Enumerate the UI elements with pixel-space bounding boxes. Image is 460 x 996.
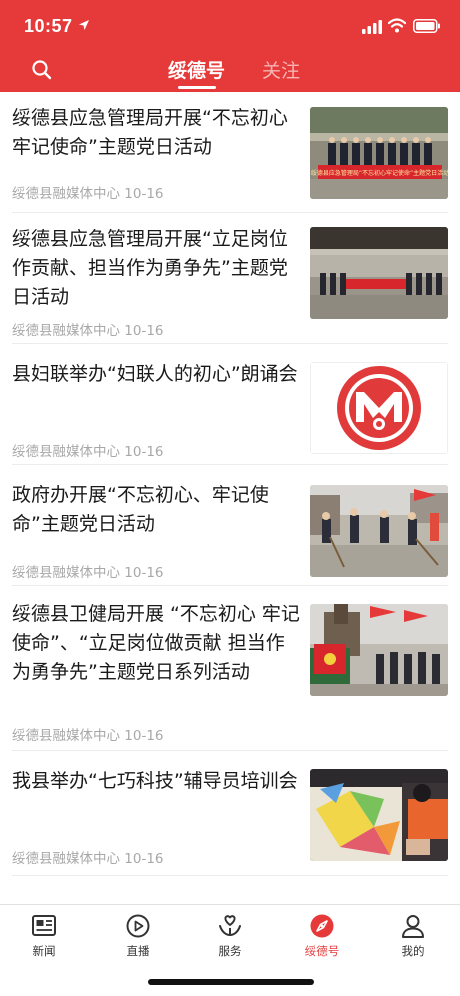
article-title: 绥德县应急管理局开展“立足岗位作贡献、担当作为勇争先”主题党日活动: [12, 228, 288, 308]
article-date: 10-16: [124, 728, 164, 744]
article-date: 10-16: [124, 323, 164, 339]
tabbar-item-profile[interactable]: 我的: [383, 905, 443, 969]
news-icon: [32, 915, 56, 936]
article-item[interactable]: 政府办开展“不忘初心、牢记使命”主题党日活动 绥德县融媒体中心 10-16: [0, 465, 460, 585]
article-thumbnail: [310, 485, 448, 577]
home-indicator[interactable]: [148, 979, 314, 985]
wifi-icon: [388, 18, 406, 33]
tab-follow[interactable]: 关注: [262, 56, 300, 83]
article-item[interactable]: 绥德县卫健局开展 “不忘初心 牢记使命”、“立足岗位做贡献 担当作为勇争先”主题…: [0, 586, 460, 750]
article-title: 政府办开展“不忘初心、牢记使命”主题党日活动: [12, 484, 269, 535]
user-icon: [402, 915, 424, 938]
article-title: 绥德县卫健局开展 “不忘初心 牢记使命”、“立足岗位做贡献 担当作为勇争先”主题…: [12, 603, 300, 683]
location-arrow-icon: [79, 20, 89, 30]
tabbar-label: 服务: [218, 944, 242, 958]
tab-suide-hao[interactable]: 绥德号: [168, 56, 225, 83]
service-icon: [219, 915, 241, 937]
article-item[interactable]: 绥德县应急管理局开展“立足岗位作贡献、担当作为勇争先”主题党日活动 绥德县融媒体…: [0, 213, 460, 343]
search-button[interactable]: [30, 58, 54, 82]
article-title: 县妇联举办“妇联人的初心”朗诵会: [12, 363, 298, 385]
article-title: 绥德县应急管理局开展“不忘初心牢记使命”主题党日活动: [12, 107, 288, 158]
article-thumbnail: 绥德县应急管理局“不忘初心牢记使命”主题党日活动: [310, 107, 448, 199]
article-date: 10-16: [124, 565, 164, 581]
article-thumbnail: [310, 362, 448, 454]
article-meta: 绥德县融媒体中心 10-16: [12, 182, 164, 202]
thumbnail-banner-text: 绥德县应急管理局“不忘初心牢记使命”主题党日活动: [311, 169, 448, 177]
active-tab-indicator: [178, 86, 216, 89]
app-header: 10:57 绥德号 关注: [0, 0, 460, 92]
live-play-icon: [126, 914, 150, 938]
article-source: 绥德县融媒体中心: [12, 444, 120, 460]
article-meta: 绥德县融媒体中心 10-16: [12, 724, 164, 744]
article-date: 10-16: [124, 444, 164, 460]
womens-federation-emblem-icon: [337, 366, 421, 450]
article-source: 绥德县融媒体中心: [12, 851, 120, 867]
article-meta: 绥德县融媒体中心 10-16: [12, 847, 164, 867]
article-source: 绥德县融媒体中心: [12, 186, 120, 202]
tabbar-item-news[interactable]: 新闻: [14, 905, 74, 969]
battery-icon: [413, 19, 440, 33]
search-icon: [32, 60, 52, 80]
article-meta: 绥德县融媒体中心 10-16: [12, 440, 164, 460]
article-title: 我县举办“七巧科技”辅导员培训会: [12, 770, 298, 792]
article-thumbnail: [310, 227, 448, 319]
article-meta: 绥德县融媒体中心 10-16: [12, 319, 164, 339]
article-source: 绥德县融媒体中心: [12, 565, 120, 581]
tabbar-label: 直播: [126, 944, 150, 958]
divider: [12, 875, 448, 876]
tabbar-item-service[interactable]: 服务: [200, 905, 260, 969]
article-meta: 绥德县融媒体中心 10-16: [12, 561, 164, 581]
compass-icon: [310, 914, 334, 938]
tabbar-label: 我的: [401, 944, 425, 958]
article-item[interactable]: 县妇联举办“妇联人的初心”朗诵会 绥德县融媒体中心 10-16: [0, 344, 460, 464]
article-date: 10-16: [124, 851, 164, 867]
article-source: 绥德县融媒体中心: [12, 728, 120, 744]
tabbar-item-suide-hao[interactable]: 绥德号: [292, 905, 352, 969]
article-item[interactable]: 我县举办“七巧科技”辅导员培训会 绥德县融媒体中心 10-16: [0, 751, 460, 875]
article-thumbnail: [310, 604, 448, 696]
article-source: 绥德县融媒体中心: [12, 323, 120, 339]
article-thumbnail: [310, 769, 448, 861]
status-time: 10:57: [24, 16, 73, 36]
cellular-signal-icon: [362, 20, 382, 34]
article-date: 10-16: [124, 186, 164, 202]
article-item[interactable]: 绥德县应急管理局开展“不忘初心牢记使命”主题党日活动 绥德县融媒体中心 10-1…: [0, 92, 460, 212]
tabbar-label: 新闻: [32, 944, 56, 958]
tabbar-label: 绥德号: [304, 944, 340, 958]
tabbar-item-live[interactable]: 直播: [108, 905, 168, 969]
